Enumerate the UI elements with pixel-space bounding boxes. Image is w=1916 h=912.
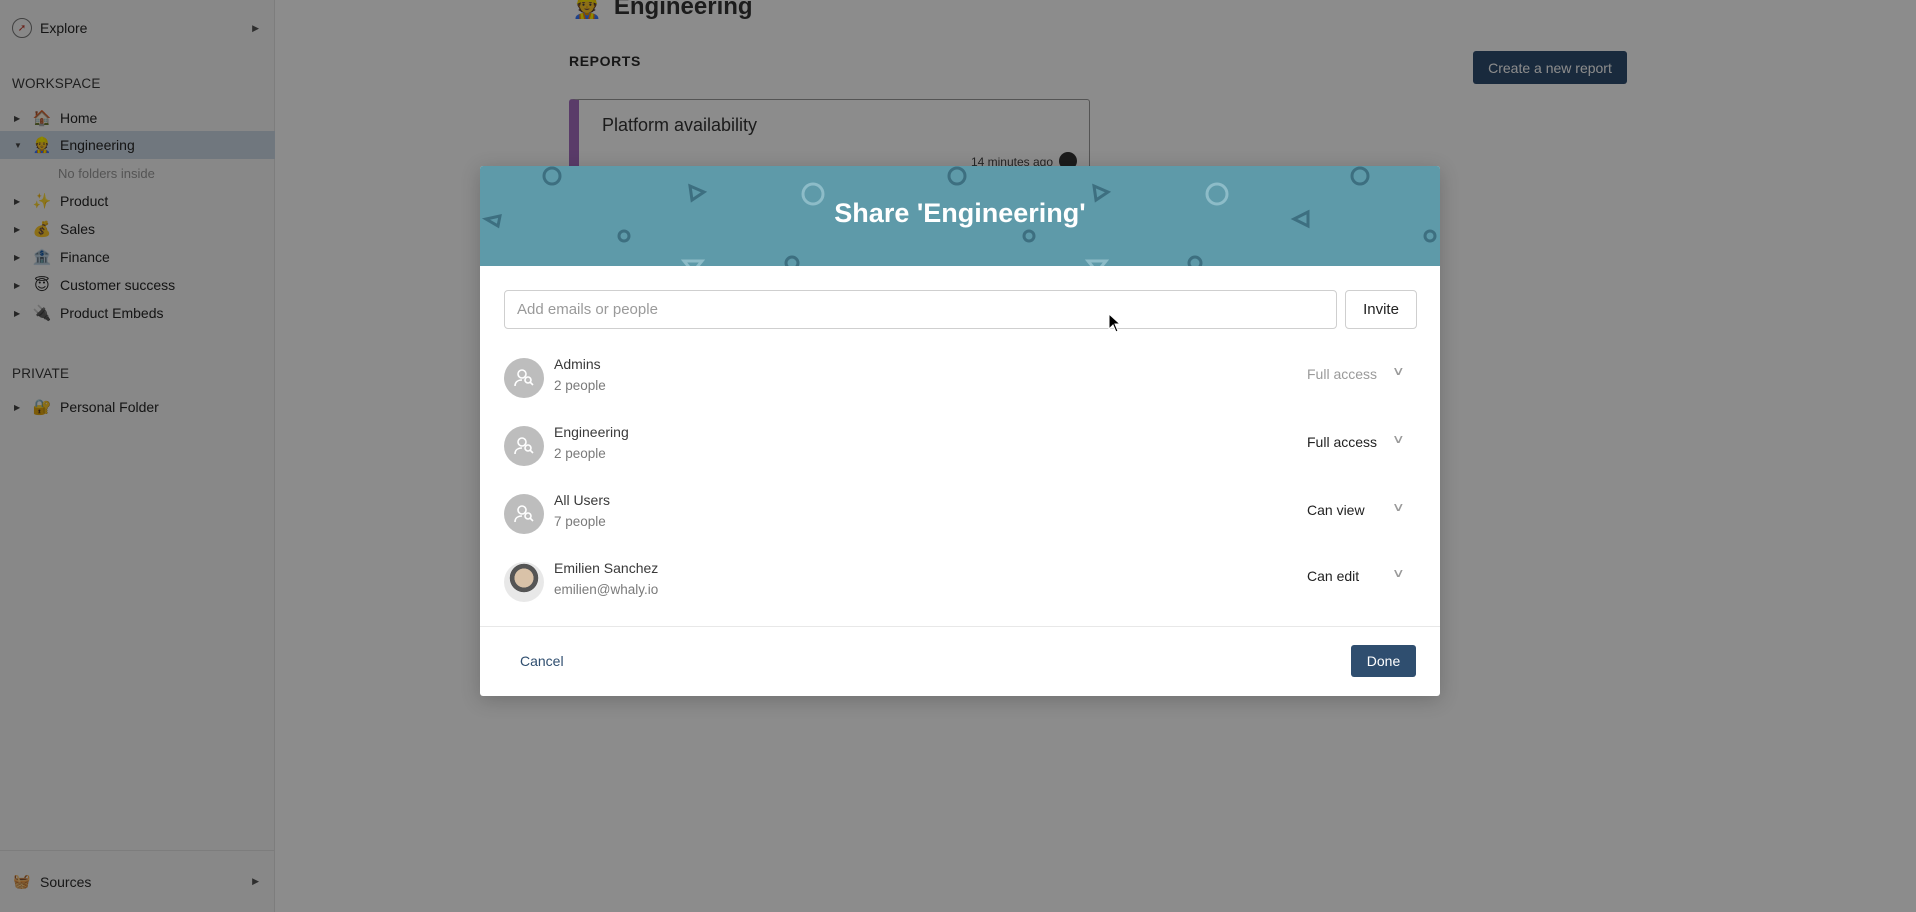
modal-footer: Cancel Done [480, 626, 1440, 696]
member-name: Engineering [554, 424, 629, 440]
group-icon [504, 358, 544, 398]
member-name: Admins [554, 356, 601, 372]
invite-button[interactable]: Invite [1345, 290, 1417, 329]
member-row-admins: Admins 2 people Full access ∨ [504, 352, 1419, 402]
modal-header: Share 'Engineering' [480, 166, 1440, 266]
member-sub: 2 people [554, 378, 606, 393]
chevron-down-icon[interactable]: ∨ [1392, 566, 1405, 580]
member-sub: 2 people [554, 446, 606, 461]
group-icon [504, 426, 544, 466]
cancel-button[interactable]: Cancel [520, 653, 564, 669]
chevron-down-icon: ∨ [1391, 364, 1405, 378]
share-modal: Share 'Engineering' Invite Admins 2 peop… [480, 166, 1440, 696]
member-row-all-users: All Users 7 people Can view ∨ [504, 488, 1419, 538]
role-select[interactable]: Can edit [1307, 568, 1359, 584]
member-sub: 7 people [554, 514, 606, 529]
avatar [504, 562, 544, 602]
group-icon [504, 494, 544, 534]
chevron-down-icon[interactable]: ∨ [1392, 432, 1405, 446]
mouse-cursor-icon [1108, 313, 1122, 333]
member-name: Emilien Sanchez [554, 560, 659, 576]
role-select[interactable]: Can view [1307, 502, 1365, 518]
chevron-down-icon[interactable]: ∨ [1392, 500, 1405, 514]
member-name: All Users [554, 492, 611, 508]
member-row-emilien-sanchez: Emilien Sanchez emilien@whaly.io Can edi… [504, 556, 1419, 606]
invite-input[interactable] [504, 290, 1337, 329]
modal-title: Share 'Engineering' [834, 198, 1086, 228]
done-button[interactable]: Done [1351, 645, 1416, 677]
member-row-engineering: Engineering 2 people Full access ∨ [504, 420, 1419, 470]
role-select[interactable]: Full access [1307, 434, 1377, 450]
member-email: emilien@whaly.io [554, 582, 659, 597]
role-select: Full access [1307, 366, 1378, 382]
